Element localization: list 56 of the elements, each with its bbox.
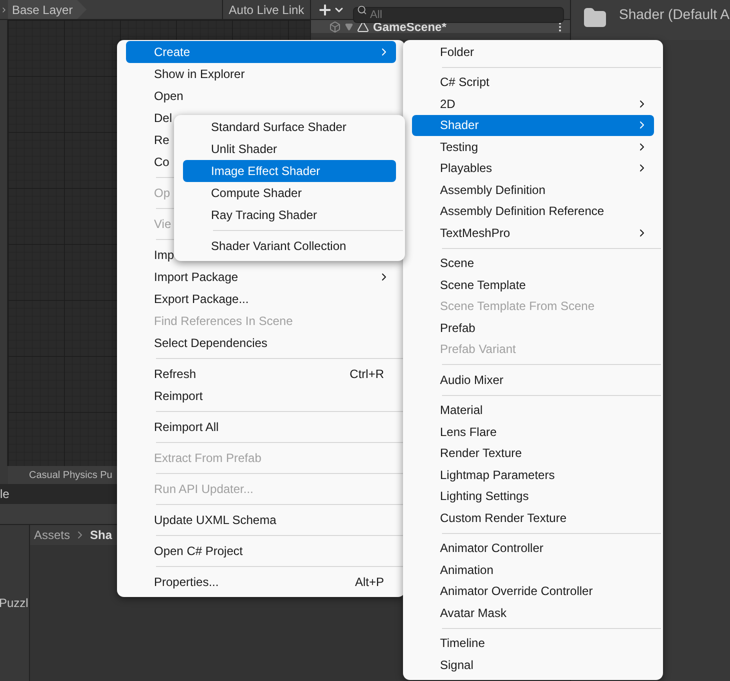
menu-item[interactable]: Audio Mixer (412, 369, 654, 390)
panel-tab[interactable]: le (0, 485, 10, 503)
menu-item[interactable]: Shader Variant Collection (183, 235, 396, 257)
menu-item[interactable]: Export Package... (126, 288, 396, 310)
menu-item[interactable]: Custom Render Texture (412, 507, 654, 528)
menu-item[interactable]: Update UXML Schema (126, 509, 396, 531)
menu-item[interactable]: Create (126, 41, 396, 63)
folder-icon (583, 6, 607, 30)
menu-item[interactable]: Ray Tracing Shader (183, 204, 396, 226)
menu-item[interactable]: Material (412, 400, 654, 421)
plus-icon (317, 2, 333, 18)
menu-item[interactable]: Testing (412, 136, 654, 158)
menu-item[interactable]: Reimport All (126, 416, 396, 438)
menu-item[interactable]: Lightmap Parameters (412, 464, 654, 486)
menu-item[interactable]: Import Package (126, 266, 396, 288)
add-button[interactable] (317, 2, 345, 18)
menu-item[interactable]: Scene (412, 252, 654, 274)
menu-item[interactable]: Timeline (412, 632, 654, 654)
menu-item[interactable]: Shader (412, 114, 654, 136)
expand-icon (345, 22, 353, 30)
menu-item[interactable]: Image Effect Shader (183, 160, 396, 182)
menu-item[interactable]: Show in Explorer (126, 63, 396, 85)
sidebar-label[interactable]: Puzzl (0, 594, 28, 612)
menu-item[interactable]: Avatar Mask (412, 602, 654, 624)
menu-item[interactable]: Reimport (126, 385, 396, 407)
menu-item[interactable]: Scene Template (412, 274, 654, 296)
menu-item[interactable]: Animator Controller (412, 538, 654, 559)
menu-item[interactable]: Animation (412, 559, 654, 580)
menu-item[interactable]: 2D (412, 93, 654, 114)
menu-item[interactable]: Standard Surface Shader (183, 116, 396, 138)
menu-item[interactable]: Signal (412, 654, 654, 676)
menu-item[interactable]: Unlit Shader (183, 138, 396, 160)
menu-item[interactable]: Assembly Definition Reference (412, 200, 654, 222)
inspector-title: Shader (Default A (619, 5, 730, 24)
menu-item[interactable]: Prefab (412, 317, 654, 338)
menu-item[interactable]: Open (126, 85, 396, 107)
cube-icon (329, 20, 341, 32)
menu-item[interactable]: Lens Flare (412, 421, 654, 442)
search-icon (357, 4, 367, 14)
menu-item[interactable]: Assembly Definition (412, 179, 654, 200)
breadcrumb-item[interactable]: Assets (34, 526, 70, 544)
menu-item[interactable]: Lighting Settings (412, 486, 654, 507)
menu-item[interactable]: Folder (412, 41, 654, 62)
menu-item[interactable]: Render Texture (412, 442, 654, 464)
menu-item[interactable]: Playables (412, 158, 654, 179)
menu-item[interactable]: Animator Override Controller (412, 580, 654, 602)
menu-item[interactable]: C# Script (412, 72, 654, 93)
menu-item[interactable]: Select Dependencies (126, 332, 396, 354)
breadcrumb[interactable]: Base Layer (8, 0, 87, 19)
menu-item[interactable]: Compute Shader (183, 182, 396, 204)
menu-item[interactable]: Open C# Project (126, 540, 396, 562)
breadcrumb-item[interactable]: Sha (90, 526, 112, 544)
search-field[interactable]: All (353, 6, 564, 22)
menu-item[interactable]: Refresh Ctrl+R (126, 363, 396, 385)
menu-item[interactable]: TextMeshPro (412, 222, 654, 244)
menu-item[interactable]: Properties... Alt+P (126, 571, 396, 593)
